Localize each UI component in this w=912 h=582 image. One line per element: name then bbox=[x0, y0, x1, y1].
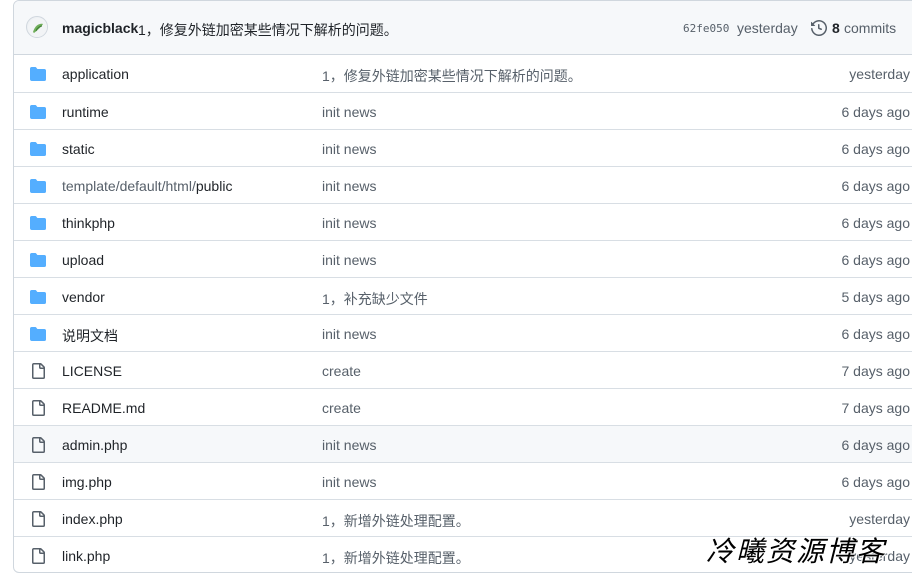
file-row[interactable]: thinkphp init news 6 days ago bbox=[14, 203, 912, 240]
folder-icon bbox=[30, 327, 46, 341]
file-name[interactable]: upload bbox=[62, 252, 104, 268]
commit-age: 6 days ago bbox=[841, 474, 911, 490]
commit-age: yesterday bbox=[849, 511, 910, 527]
commit-message-link[interactable]: init news bbox=[322, 252, 376, 268]
folder-icon bbox=[30, 216, 46, 230]
folder-icon bbox=[30, 105, 46, 119]
commit-age: 5 days ago bbox=[841, 289, 911, 305]
watermark: 冷曦资源博客 bbox=[706, 535, 887, 568]
commit-author-link[interactable]: magicblack bbox=[62, 20, 138, 36]
commit-message-link[interactable]: init news bbox=[322, 141, 376, 157]
commit-message-link[interactable]: init news bbox=[322, 326, 376, 342]
history-icon[interactable] bbox=[811, 20, 827, 36]
commit-message-link[interactable]: 1，新增外链处理配置。 bbox=[322, 548, 470, 568]
file-name[interactable]: application bbox=[62, 66, 129, 82]
file-icon bbox=[32, 548, 45, 564]
folder-icon bbox=[30, 179, 46, 193]
commit-sha-link[interactable]: 62fe050 bbox=[683, 22, 729, 35]
commit-message-link[interactable]: 1，补充缺少文件 bbox=[322, 289, 428, 309]
path-prefix[interactable]: template/default/html/ bbox=[62, 178, 196, 194]
commits-count[interactable]: 8 bbox=[832, 20, 840, 36]
commit-message-link[interactable]: create bbox=[322, 400, 361, 416]
commit-age: 6 days ago bbox=[841, 215, 911, 231]
file-row[interactable]: upload init news 6 days ago bbox=[14, 240, 912, 277]
file-name-link[interactable]: static bbox=[62, 141, 95, 157]
file-name-link[interactable]: runtime bbox=[62, 104, 109, 120]
file-icon bbox=[32, 474, 45, 490]
file-name-link[interactable]: LICENSE bbox=[62, 363, 122, 379]
commit-message-link[interactable]: init news bbox=[322, 104, 376, 120]
folder-icon bbox=[30, 290, 46, 304]
file-name[interactable]: thinkphp bbox=[62, 215, 115, 231]
file-name-link[interactable]: README.md bbox=[62, 400, 145, 416]
commit-age: 7 days ago bbox=[841, 400, 911, 416]
file-name-link[interactable]: vendor bbox=[62, 289, 105, 305]
file-browser: magicblack 1，修复外链加密某些情况下解析的问题。 62fe050 y… bbox=[13, 0, 912, 573]
file-name[interactable]: img.php bbox=[62, 474, 112, 490]
commit-message-link[interactable]: 1，修复外链加密某些情况下解析的问题。 bbox=[322, 66, 582, 86]
commit-message-link[interactable]: init news bbox=[322, 215, 376, 231]
file-name-link[interactable]: thinkphp bbox=[62, 215, 115, 231]
file-name[interactable]: runtime bbox=[62, 104, 109, 120]
file-name[interactable]: public bbox=[196, 178, 233, 194]
file-name[interactable]: LICENSE bbox=[62, 363, 122, 379]
latest-commit-bar: magicblack 1，修复外链加密某些情况下解析的问题。 62fe050 y… bbox=[14, 1, 912, 55]
commit-age: 6 days ago bbox=[841, 326, 911, 342]
file-row[interactable]: application 1，修复外链加密某些情况下解析的问题。 yesterday bbox=[14, 55, 912, 92]
file-icon bbox=[32, 363, 45, 379]
file-row[interactable]: template/default/html/public init news 6 d… bbox=[14, 166, 912, 203]
file-name-link[interactable]: 说明文档 bbox=[62, 326, 118, 346]
file-name[interactable]: index.php bbox=[62, 511, 123, 527]
commit-message-link[interactable]: create bbox=[322, 363, 361, 379]
commit-message-link[interactable]: init news bbox=[322, 178, 376, 194]
file-icon bbox=[32, 511, 45, 527]
file-name-link[interactable]: link.php bbox=[62, 548, 110, 564]
commit-message-link[interactable]: 1，新增外链处理配置。 bbox=[322, 511, 470, 531]
folder-icon bbox=[30, 142, 46, 156]
file-icon bbox=[32, 437, 45, 453]
file-row[interactable]: vendor 1，补充缺少文件 5 days ago bbox=[14, 277, 912, 314]
file-name-link[interactable]: application bbox=[62, 66, 129, 82]
file-row[interactable]: LICENSE create 7 days ago bbox=[14, 351, 912, 388]
file-icon bbox=[32, 400, 45, 416]
folder-icon bbox=[30, 253, 46, 267]
file-list: application 1，修复外链加密某些情况下解析的问题。 yesterday r… bbox=[14, 55, 912, 572]
commit-age: 6 days ago bbox=[841, 437, 911, 453]
file-name[interactable]: README.md bbox=[62, 400, 145, 416]
file-name-link[interactable]: upload bbox=[62, 252, 104, 268]
avatar[interactable] bbox=[26, 16, 48, 38]
file-name[interactable]: admin.php bbox=[62, 437, 127, 453]
file-name-link[interactable]: index.php bbox=[62, 511, 123, 527]
folder-icon bbox=[30, 67, 46, 81]
commit-age: yesterday bbox=[849, 66, 910, 82]
file-row[interactable]: static init news 6 days ago bbox=[14, 129, 912, 166]
file-row[interactable]: README.md create 7 days ago bbox=[14, 388, 912, 425]
commit-time: yesterday bbox=[737, 20, 798, 36]
commits-link[interactable]: commits bbox=[844, 20, 896, 36]
commit-age: 6 days ago bbox=[841, 252, 911, 268]
file-row[interactable]: runtime init news 6 days ago bbox=[14, 92, 912, 129]
commit-message-link[interactable]: init news bbox=[322, 437, 376, 453]
file-name[interactable]: 说明文档 bbox=[62, 328, 118, 344]
commit-age: 6 days ago bbox=[841, 141, 911, 157]
file-name-link[interactable]: img.php bbox=[62, 474, 112, 490]
commit-age: 6 days ago bbox=[841, 178, 911, 194]
file-name[interactable]: vendor bbox=[62, 289, 105, 305]
file-row[interactable]: 说明文档 init news 6 days ago bbox=[14, 314, 912, 351]
file-name-link[interactable]: admin.php bbox=[62, 437, 127, 453]
file-name[interactable]: static bbox=[62, 141, 95, 157]
file-row[interactable]: img.php init news 6 days ago bbox=[14, 462, 912, 499]
commit-age: 6 days ago bbox=[841, 104, 911, 120]
commit-message-link[interactable]: init news bbox=[322, 474, 376, 490]
latest-commit-message[interactable]: 1，修复外链加密某些情况下解析的问题。 bbox=[138, 20, 398, 40]
file-name-link[interactable]: template/default/html/public bbox=[62, 178, 232, 194]
file-name[interactable]: link.php bbox=[62, 548, 110, 564]
commit-age: 7 days ago bbox=[841, 363, 911, 379]
file-row[interactable]: admin.php init news 6 days ago bbox=[14, 425, 912, 462]
